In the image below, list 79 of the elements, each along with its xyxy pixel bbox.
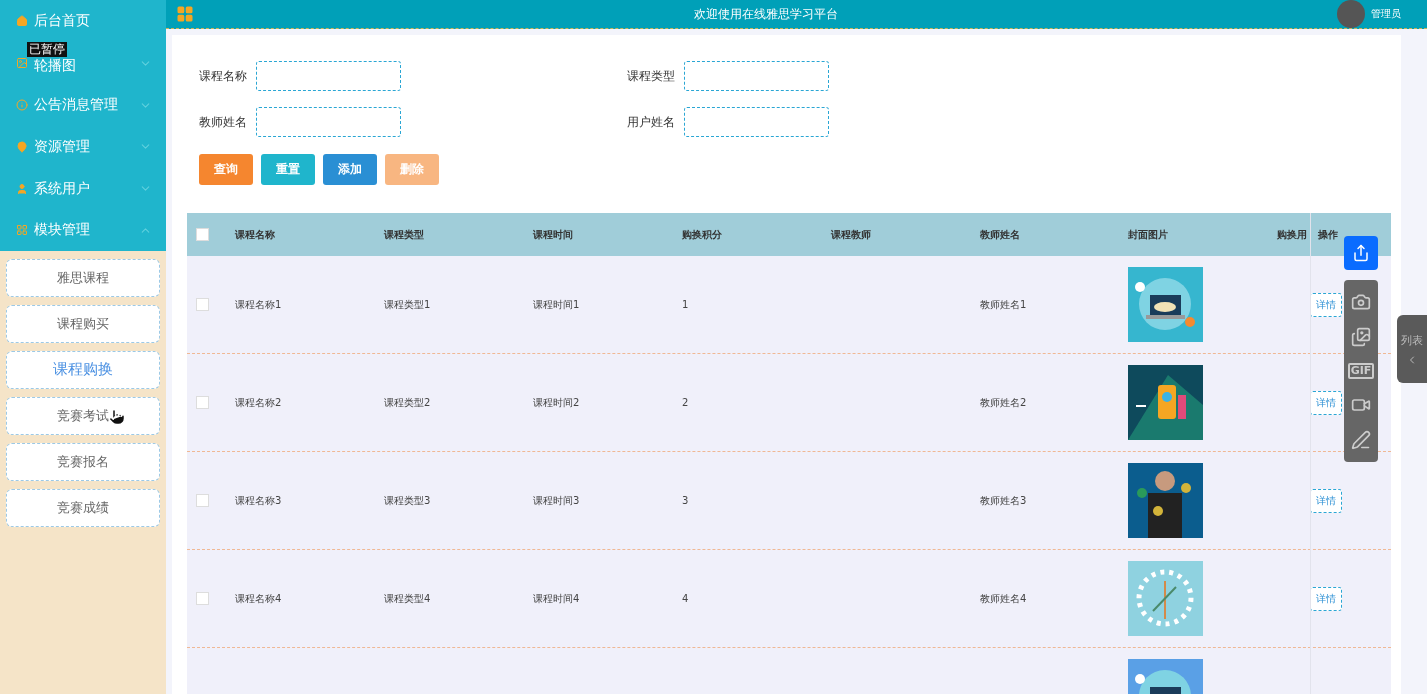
image-icon [16,56,28,69]
table-cell-text: 1 [681,299,690,310]
field-label: 课程类型 [627,67,676,85]
grid-icon [16,224,28,237]
info-icon [16,99,28,112]
submenu-item[interactable]: 课程购买 [6,304,160,343]
table-cell-text: 课程名称4 [234,591,283,606]
table-cell-text: 课程名称3 [234,493,283,508]
pen-icon[interactable] [1351,430,1371,451]
checkbox[interactable] [196,228,209,241]
gallery-icon[interactable] [1351,327,1371,348]
column-header: 购换积分 [681,227,723,242]
field-label: 课程名称 [199,67,248,85]
table-cell-text: 教师姓名1 [979,297,1028,312]
table-cell-text: 教师姓名3 [979,493,1028,508]
site-title: 欢迎使用在线雅思学习平台 [692,5,839,23]
query-button[interactable]: 查询 [199,154,253,185]
table-cell-text: 课程类型1 [383,297,432,312]
column-header: 教师姓名 [979,227,1021,242]
sidebar-item[interactable]: 模块管理 [0,209,166,251]
input-field[interactable] [684,107,829,137]
share-button[interactable] [1344,236,1378,270]
user-name: 管理员 [1371,7,1401,21]
checkbox[interactable] [196,592,209,605]
submenu-item[interactable]: 竞赛报名 [6,442,160,481]
column-header: 操作 [1317,227,1339,242]
user-icon [16,182,28,195]
column-header: 课程教师 [830,227,872,242]
column-header: 课程名称 [234,227,276,242]
gif-button[interactable]: GIF [1347,363,1375,379]
table-cell-text: 课程时间1 [532,297,581,312]
submenu-item[interactable]: 竞赛考试 [6,396,160,435]
checkbox[interactable] [196,396,209,409]
table-cell-text: 课程名称2 [234,395,283,410]
sidebar-item[interactable]: 公告消息管理 [0,84,166,127]
table-cell-text: 课程时间3 [532,493,581,508]
detail-button[interactable]: 详情 [1310,292,1342,317]
table-cell-text: 教师姓名4 [979,591,1028,606]
hand-cursor-icon [108,408,126,426]
table-cell-text: 课程时间2 [532,395,581,410]
submenu-item[interactable]: 雅思课程 [6,258,160,297]
column-header: 封面图片 [1127,227,1169,242]
sidebar-item[interactable]: 轮播图 [0,56,166,85]
input-field[interactable] [256,61,401,91]
add-button[interactable]: 添加 [323,154,377,185]
checkbox[interactable] [196,298,209,311]
sidebar-item[interactable]: 资源管理 [0,126,166,168]
column-header: 课程类型 [383,227,425,242]
field-label: 用户姓名 [627,113,676,131]
table-cell-text: 4 [681,593,690,604]
grid-icon[interactable] [176,5,194,23]
sidebar-item[interactable]: 后台首页 [0,0,166,42]
table-cell-text: 3 [681,495,690,506]
reset-button[interactable]: 重置 [261,154,315,185]
detail-button[interactable]: 详情 [1310,586,1342,611]
input-field[interactable] [684,61,829,91]
sidebar-item[interactable]: 系统用户 [0,167,166,210]
column-header: 课程时间 [532,227,574,242]
submenu-item[interactable]: 课程购换 [6,350,160,389]
submenu-item[interactable]: 竞赛成绩 [6,488,160,527]
detail-button[interactable]: 详情 [1310,390,1342,415]
table-cell-text: 2 [681,397,690,408]
list-tab[interactable]: 列表 [1397,315,1427,383]
input-field[interactable] [256,107,401,137]
table-cell-text: 课程类型4 [383,591,432,606]
paused-label: 已暂停 [27,41,67,57]
avatar[interactable] [1337,0,1365,28]
checkbox[interactable] [196,494,209,507]
table-cell-text: 课程类型3 [383,493,432,508]
table-cell-text: 教师姓名2 [979,395,1028,410]
table-cell-text: 课程名称1 [234,297,283,312]
detail-button[interactable]: 详情 [1310,488,1342,513]
field-label: 教师姓名 [199,113,248,131]
column-header: 购换用 [1276,227,1308,242]
pin-icon [16,141,28,153]
share-icon [1352,244,1370,262]
table-cell-text: 课程时间4 [532,591,581,606]
home-icon [16,14,28,27]
table-cell-text: 课程类型2 [383,395,432,410]
